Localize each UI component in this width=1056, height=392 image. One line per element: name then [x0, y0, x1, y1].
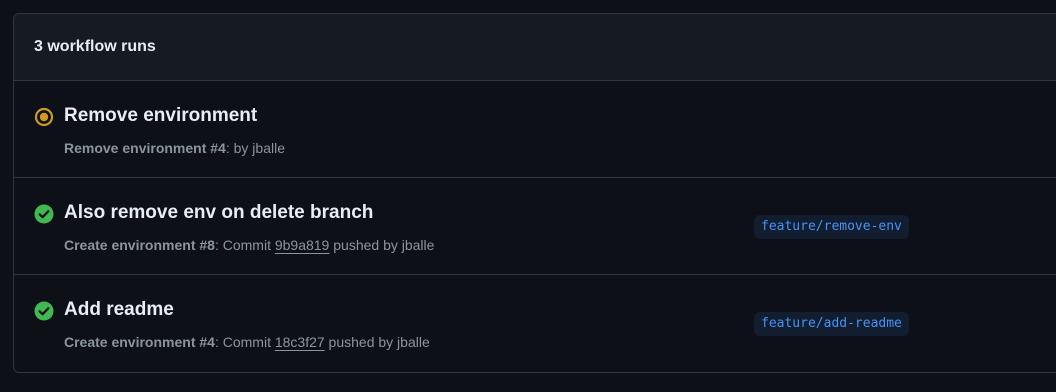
workflow-runs-panel: 3 workflow runs Remove environment Remov… — [13, 13, 1056, 373]
run-title[interactable]: Remove environment — [64, 105, 257, 127]
run-meta-text: : Commit — [214, 334, 275, 350]
run-meta-text: : by jballe — [225, 140, 285, 156]
pushed-by-text: pushed by jballe — [324, 334, 430, 350]
in-progress-icon — [34, 107, 54, 127]
workflow-run-row[interactable]: Add readme Create environment #4: Commit… — [14, 275, 1056, 372]
check-circle-icon — [34, 301, 54, 321]
run-meta-text: : Commit — [214, 237, 275, 253]
workflow-runs-header: 3 workflow runs — [14, 14, 1056, 81]
run-title[interactable]: Also remove env on delete branch — [64, 202, 373, 224]
commit-sha-link[interactable]: 9b9a819 — [275, 237, 330, 253]
commit-sha-link[interactable]: 18c3f27 — [275, 334, 325, 350]
run-number: #4 — [195, 334, 215, 350]
check-circle-icon — [34, 204, 54, 224]
workflow-run-row[interactable]: Also remove env on delete branch Create … — [14, 178, 1056, 275]
run-meta: Remove environment #4: by jballe — [64, 140, 285, 156]
workflow-run-row[interactable]: Remove environment Remove environment #4… — [14, 81, 1056, 178]
run-number: #4 — [206, 140, 226, 156]
run-meta: Create environment #8: Commit 9b9a819 pu… — [64, 237, 434, 253]
pushed-by-text: pushed by jballe — [329, 237, 435, 253]
run-meta: Create environment #4: Commit 18c3f27 pu… — [64, 334, 430, 350]
workflow-name: Create environment — [64, 334, 196, 350]
branch-label[interactable]: feature/remove-env — [754, 215, 909, 239]
run-number: #8 — [195, 237, 215, 253]
run-title[interactable]: Add readme — [64, 299, 174, 321]
branch-label[interactable]: feature/add-readme — [754, 312, 909, 336]
workflow-run-count: 3 workflow runs — [34, 38, 156, 55]
workflow-name: Remove environment — [64, 140, 207, 156]
workflow-name: Create environment — [64, 237, 196, 253]
